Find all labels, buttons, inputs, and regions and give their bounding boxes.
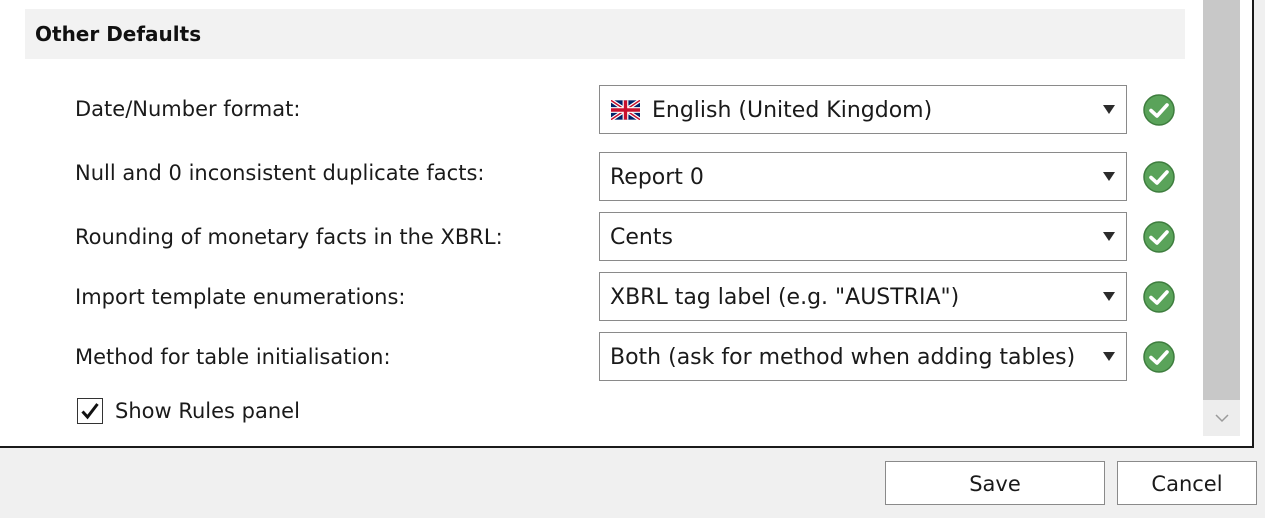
null-zero-duplicate-label: Null and 0 inconsistent duplicate facts:	[75, 161, 485, 185]
checkmark-icon	[81, 403, 99, 420]
rounding-monetary-dropdown[interactable]: Cents	[599, 212, 1127, 261]
rounding-monetary-label: Rounding of monetary facts in the XBRL:	[75, 225, 503, 249]
dropdown-value: Both (ask for method when adding tables)	[610, 345, 1076, 370]
table-initialisation-dropdown[interactable]: Both (ask for method when adding tables)	[599, 332, 1127, 381]
ok-check-icon	[1143, 94, 1175, 126]
chevron-down-icon	[1103, 292, 1115, 301]
chevron-down-icon	[1103, 352, 1115, 361]
ok-check-icon	[1143, 341, 1175, 373]
ok-check-icon	[1143, 221, 1175, 253]
settings-panel: Other Defaults Date/Number format: Engli…	[0, 0, 1254, 448]
chevron-down-icon	[1103, 172, 1115, 181]
scrollbar-thumb[interactable]	[1203, 0, 1240, 400]
chevron-down-icon	[1103, 232, 1115, 241]
save-button[interactable]: Save	[885, 461, 1105, 505]
section-header: Other Defaults	[25, 9, 1185, 59]
import-enumerations-label: Import template enumerations:	[75, 285, 406, 309]
cancel-button[interactable]: Cancel	[1117, 461, 1257, 505]
chevron-down-icon	[1103, 105, 1115, 114]
date-number-format-label: Date/Number format:	[75, 97, 301, 121]
show-rules-panel-label: Show Rules panel	[115, 399, 300, 423]
null-zero-duplicate-dropdown[interactable]: Report 0	[599, 152, 1127, 201]
ok-check-icon	[1143, 281, 1175, 313]
dropdown-value: XBRL tag label (e.g. "AUSTRIA")	[610, 285, 960, 310]
scroll-down-icon[interactable]	[1214, 412, 1230, 424]
table-initialisation-label: Method for table initialisation:	[75, 345, 391, 369]
uk-flag-icon	[611, 100, 640, 120]
vertical-scrollbar[interactable]	[1203, 0, 1240, 436]
dropdown-value: English (United Kingdom)	[652, 98, 933, 123]
section-title: Other Defaults	[35, 22, 202, 46]
show-rules-panel-checkbox[interactable]	[77, 398, 103, 424]
ok-check-icon	[1143, 161, 1175, 193]
import-enumerations-dropdown[interactable]: XBRL tag label (e.g. "AUSTRIA")	[599, 272, 1127, 321]
dropdown-value: Cents	[610, 225, 673, 250]
date-number-format-dropdown[interactable]: English (United Kingdom)	[599, 85, 1127, 134]
dropdown-value: Report 0	[610, 165, 704, 190]
